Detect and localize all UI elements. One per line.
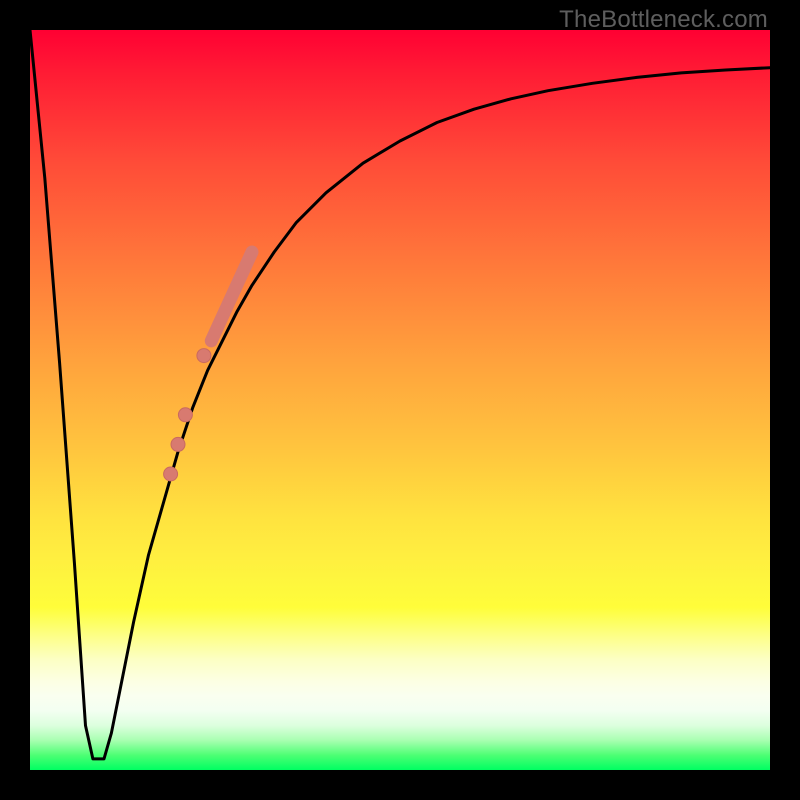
- chart-frame: TheBottleneck.com: [0, 0, 800, 800]
- highlighted-marker: [164, 467, 178, 481]
- highlighted-marker: [171, 437, 185, 451]
- bottleneck-curve: [30, 30, 770, 759]
- chart-svg: [30, 30, 770, 770]
- highlighted-marker: [197, 349, 211, 363]
- highlighted-marker: [178, 408, 192, 422]
- watermark-text: TheBottleneck.com: [559, 6, 768, 34]
- plot-area: [30, 30, 770, 770]
